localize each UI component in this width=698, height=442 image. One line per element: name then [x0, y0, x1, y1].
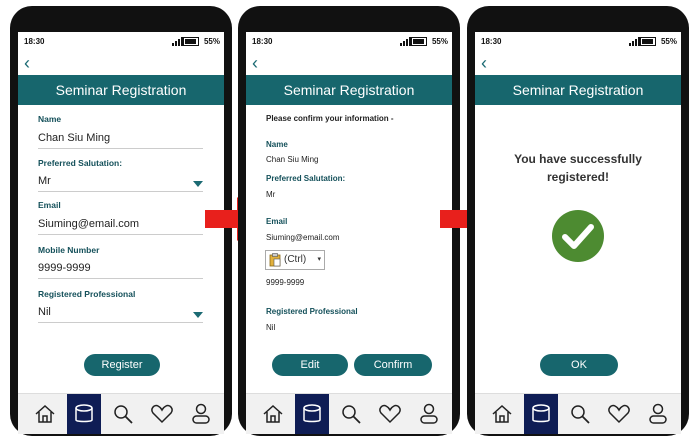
- salutation-select[interactable]: Mr: [38, 175, 203, 192]
- success-check-icon: [552, 210, 604, 262]
- heart-icon: [379, 404, 401, 424]
- home-icon: [492, 404, 512, 423]
- search-icon: [114, 405, 133, 424]
- tab-profile[interactable]: [184, 394, 218, 434]
- status-time: 18:30: [252, 37, 273, 46]
- confirm-button[interactable]: Confirm: [354, 354, 432, 376]
- status-time: 18:30: [24, 37, 45, 46]
- tab-favorites[interactable]: [373, 394, 407, 434]
- phone-registration-form: 18:30 55% ‹ Seminar Registration Name Ch…: [10, 6, 232, 436]
- bottom-tab-bar: [475, 393, 681, 434]
- phone-confirm-information: 18:30 55% ‹ Seminar Registration Please …: [238, 6, 460, 436]
- tab-search[interactable]: [563, 394, 597, 434]
- status-bar: 18:30 55%: [475, 32, 681, 50]
- screen-registration-success: 18:30 55% ‹ Seminar Registration You hav…: [475, 32, 681, 434]
- mobile-value: 9999-9999: [266, 278, 305, 287]
- professional-label: Registered Professional: [266, 307, 358, 316]
- name-value: Chan Siu Ming: [266, 155, 319, 164]
- success-message-line1: You have successfully: [514, 152, 642, 166]
- tab-database[interactable]: [67, 394, 101, 434]
- confirm-intro-text: Please confirm your information -: [266, 114, 394, 123]
- name-field[interactable]: Chan Siu Ming: [38, 132, 203, 149]
- professional-select[interactable]: Nil: [38, 306, 203, 323]
- battery-icon: [183, 37, 199, 46]
- tab-search[interactable]: [334, 394, 368, 434]
- tab-database[interactable]: [295, 394, 329, 434]
- dropdown-caret-icon: [193, 181, 203, 187]
- email-label: Email: [38, 200, 61, 210]
- heart-icon: [608, 404, 630, 424]
- paste-options-popup[interactable]: (Ctrl) ▾: [265, 250, 325, 270]
- success-message-line2: registered!: [546, 170, 610, 184]
- back-chevron-icon[interactable]: ‹: [252, 54, 258, 72]
- salutation-label: Preferred Salutation:: [266, 174, 346, 183]
- email-label: Email: [266, 217, 288, 226]
- professional-value: Nil: [38, 306, 51, 318]
- tab-favorites[interactable]: [145, 394, 179, 434]
- register-button[interactable]: Register: [84, 354, 160, 376]
- home-icon: [35, 404, 55, 423]
- tab-profile[interactable]: [641, 394, 675, 434]
- professional-label: Registered Professional: [38, 289, 136, 299]
- battery-icon: [640, 37, 656, 46]
- phone-registration-success: 18:30 55% ‹ Seminar Registration You hav…: [467, 6, 689, 436]
- screen-registration-form: 18:30 55% ‹ Seminar Registration Name Ch…: [18, 32, 224, 434]
- database-icon: [532, 404, 550, 423]
- email-field[interactable]: Siuming@email.com: [38, 218, 203, 235]
- battery-icon: [411, 37, 427, 46]
- tab-home[interactable]: [256, 394, 290, 434]
- salutation-value: Mr: [266, 190, 276, 199]
- ok-button[interactable]: OK: [540, 354, 618, 376]
- status-time: 18:30: [481, 37, 502, 46]
- edit-button[interactable]: Edit: [272, 354, 348, 376]
- tab-search[interactable]: [106, 394, 140, 434]
- bottom-tab-bar: [246, 393, 452, 434]
- salutation-label: Preferred Salutation:: [38, 158, 123, 168]
- mobile-label: Mobile Number: [38, 245, 100, 255]
- tab-favorites[interactable]: [602, 394, 636, 434]
- user-icon: [649, 403, 667, 424]
- mobile-field[interactable]: 9999-9999: [38, 262, 203, 279]
- tab-home[interactable]: [485, 394, 519, 434]
- user-icon: [192, 403, 210, 424]
- database-icon: [75, 404, 93, 423]
- screen-confirm-information: 18:30 55% ‹ Seminar Registration Please …: [246, 32, 452, 434]
- clipboard-icon: [269, 253, 281, 274]
- dropdown-caret-icon: [193, 312, 203, 318]
- success-message: You have successfully registered!: [475, 150, 681, 186]
- name-label: Name: [266, 140, 288, 149]
- heart-icon: [151, 404, 173, 424]
- paste-ctrl-label: (Ctrl): [284, 254, 307, 265]
- page-title: Seminar Registration: [18, 75, 224, 105]
- home-icon: [263, 404, 283, 423]
- bottom-tab-bar: [18, 393, 224, 434]
- battery-percent: 55%: [660, 37, 677, 46]
- battery-percent: 55%: [203, 37, 220, 46]
- search-icon: [571, 405, 590, 424]
- page-title: Seminar Registration: [246, 75, 452, 105]
- back-chevron-icon[interactable]: ‹: [24, 54, 30, 72]
- database-icon: [303, 404, 321, 423]
- professional-value: Nil: [266, 323, 276, 332]
- salutation-value: Mr: [38, 175, 51, 187]
- dropdown-caret-icon: ▾: [317, 256, 321, 263]
- email-value: Siuming@email.com: [266, 233, 340, 242]
- tab-home[interactable]: [28, 394, 62, 434]
- name-label: Name: [38, 114, 62, 124]
- tab-profile[interactable]: [412, 394, 446, 434]
- user-icon: [420, 403, 438, 424]
- battery-percent: 55%: [431, 37, 448, 46]
- back-chevron-icon[interactable]: ‹: [481, 54, 487, 72]
- page-title: Seminar Registration: [475, 75, 681, 105]
- tab-database[interactable]: [524, 394, 558, 434]
- status-bar: 18:30 55%: [246, 32, 452, 50]
- search-icon: [342, 405, 361, 424]
- status-bar: 18:30 55%: [18, 32, 224, 50]
